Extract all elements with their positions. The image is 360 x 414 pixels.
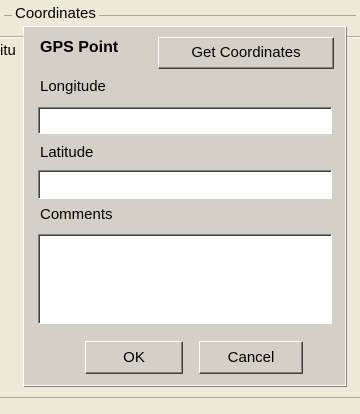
longitude-input[interactable] [38,107,332,134]
ok-button[interactable]: OK [85,341,183,374]
cancel-button[interactable]: Cancel [199,341,303,374]
comments-textarea[interactable] [38,234,332,324]
latitude-label: Latitude [40,144,94,161]
latitude-input[interactable] [38,170,332,199]
comments-label: Comments [40,206,113,223]
background-groupbox-label: Coordinates [12,4,99,18]
longitude-label: Longitude [40,78,106,95]
gps-point-dialog: GPS Point Get Coordinates Longitude Lati… [23,26,346,386]
background-status-strip [0,397,360,414]
background-clipped-label: itu [0,42,16,59]
get-coordinates-button[interactable]: Get Coordinates [158,37,334,69]
dialog-title: GPS Point [40,39,119,56]
